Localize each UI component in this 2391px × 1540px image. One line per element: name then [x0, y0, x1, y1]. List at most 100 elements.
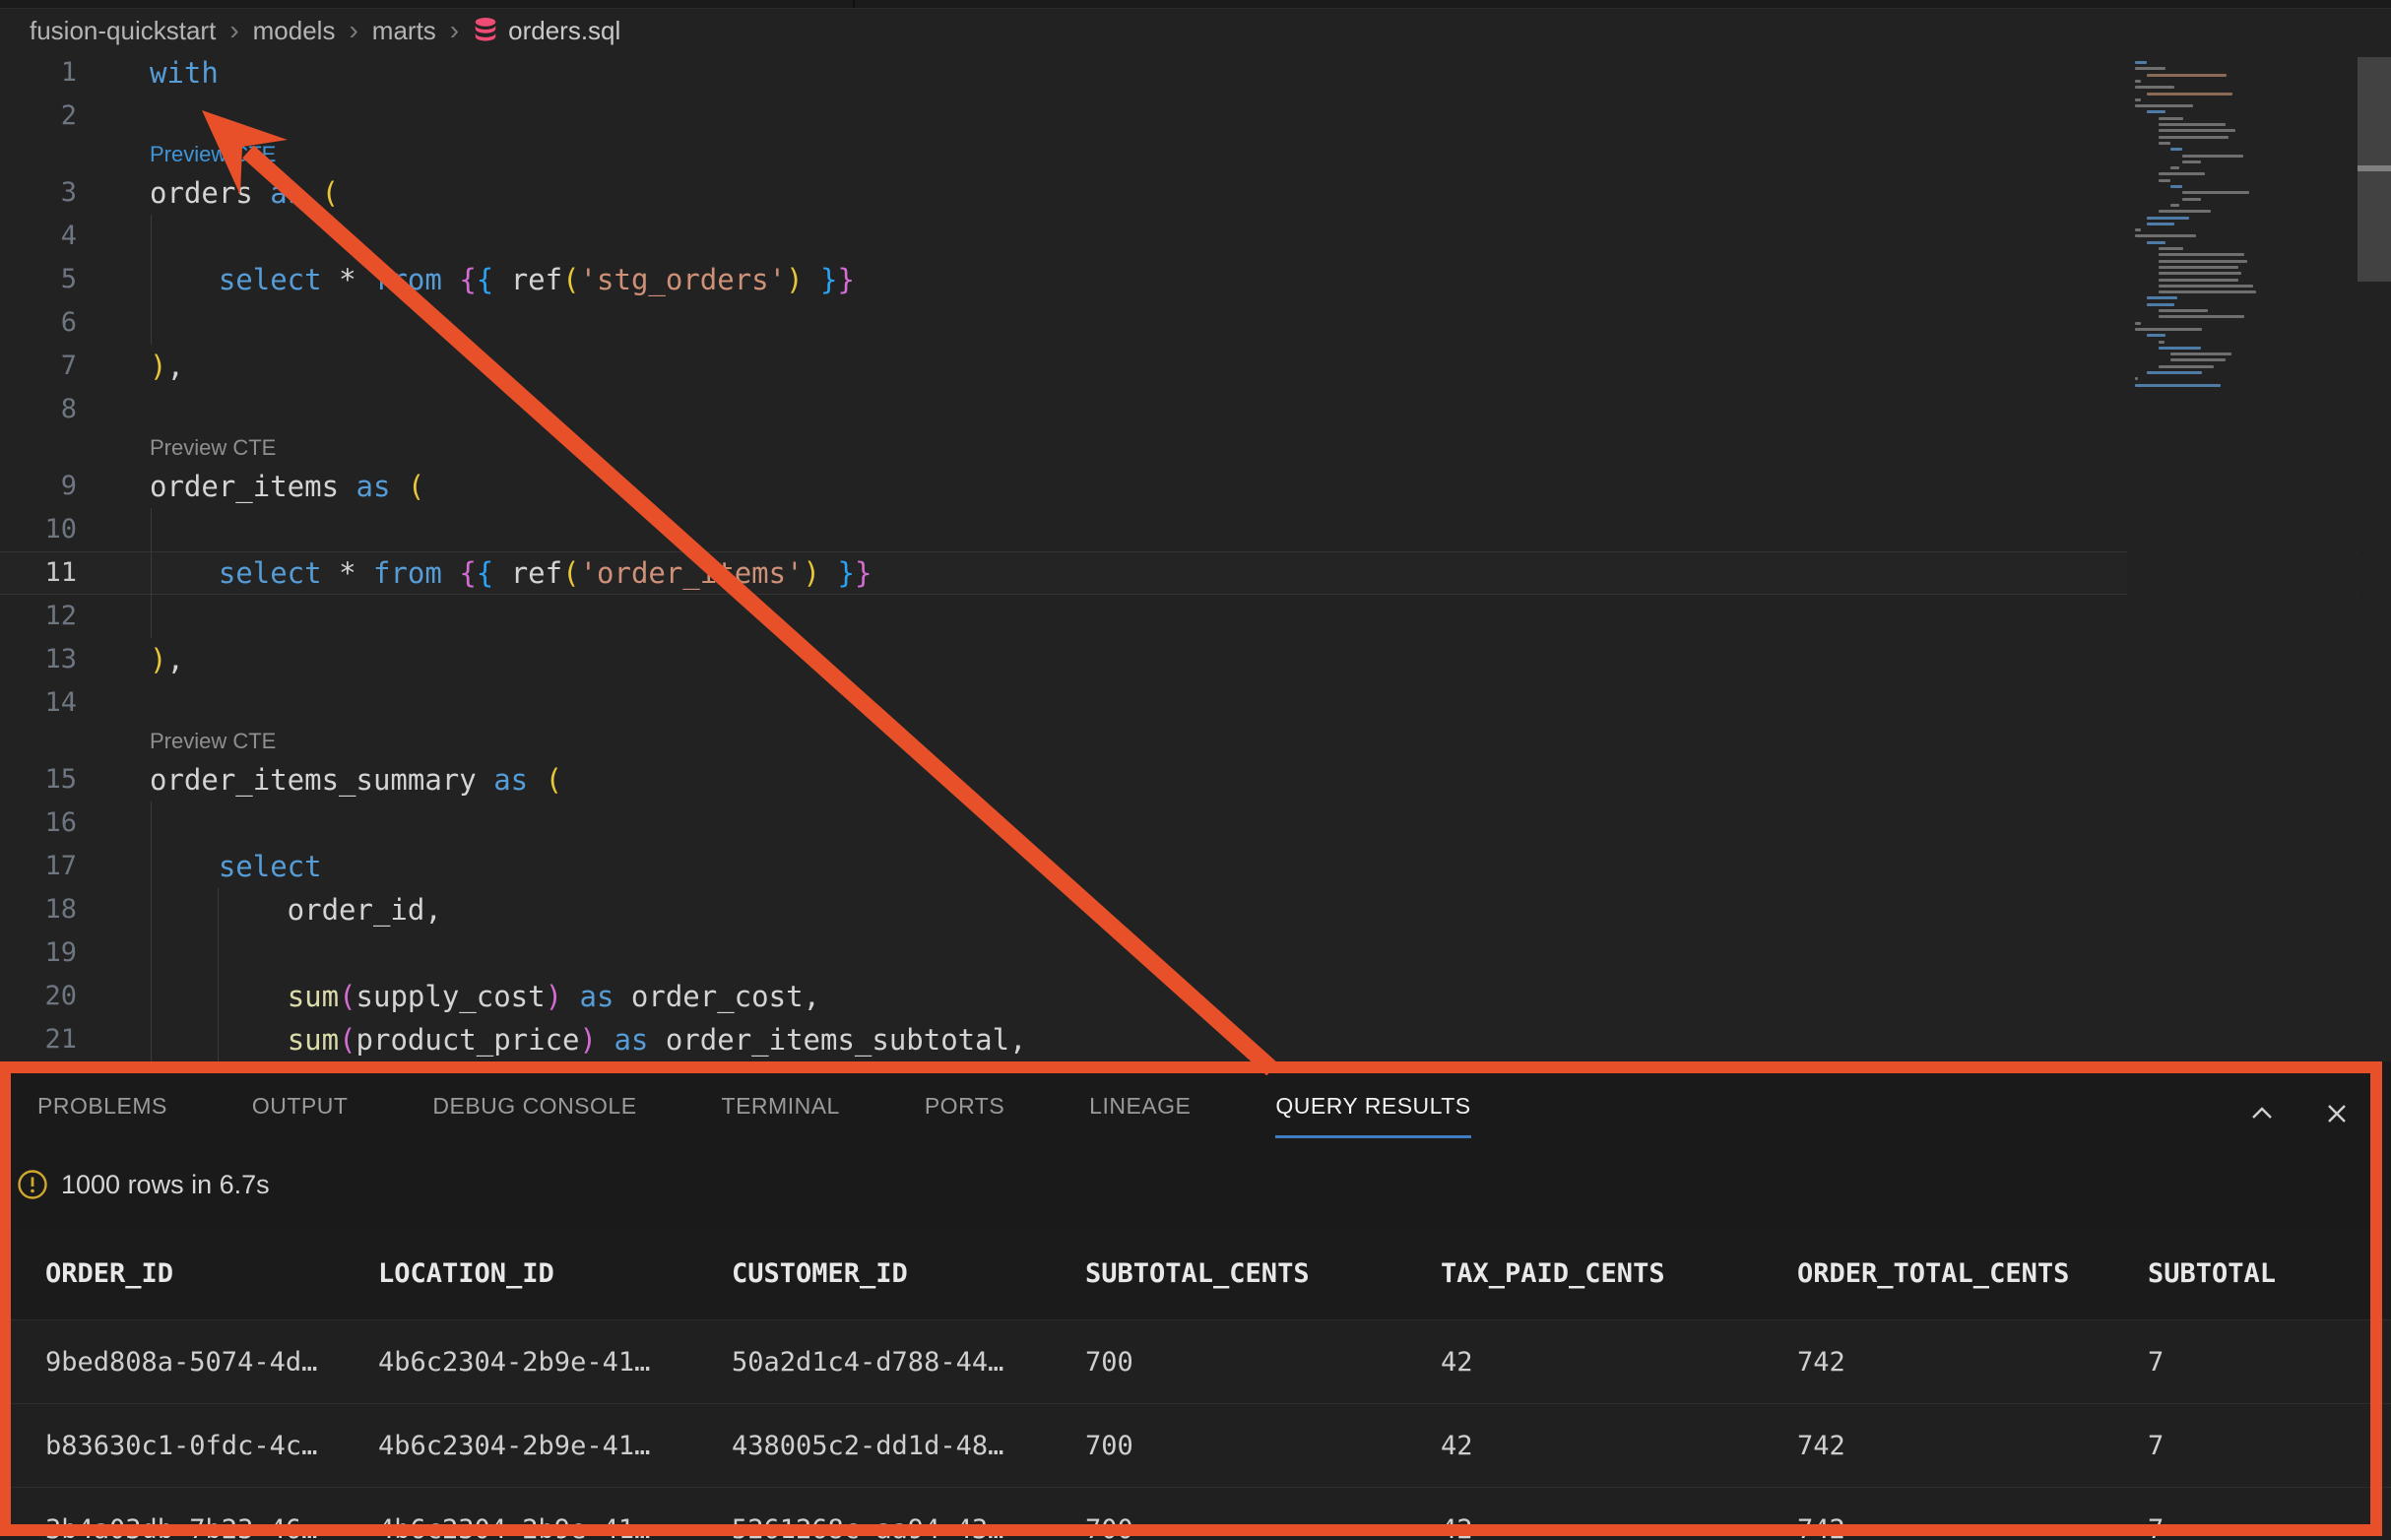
- line-number: 11: [0, 552, 77, 594]
- minimap-line: [2159, 247, 2183, 250]
- minimap[interactable]: [2127, 51, 2357, 1061]
- table-cell: 700: [1085, 1431, 1441, 1461]
- code-line-20[interactable]: 20 sum(supply_cost) as order_cost,: [0, 975, 2391, 1018]
- editor-scrollbar[interactable]: [2358, 51, 2391, 1061]
- code-line-7[interactable]: 7),: [0, 345, 2391, 388]
- bottom-panel: PROBLEMS OUTPUT DEBUG CONSOLE TERMINAL PORTS…: [0, 1061, 2391, 1540]
- breadcrumb-item-models[interactable]: models: [253, 16, 336, 46]
- query-results-table: ORDER_IDLOCATION_IDCUSTOMER_IDSUBTOTAL_C…: [0, 1227, 2391, 1540]
- preview-cte-lens[interactable]: Preview CTE: [150, 138, 276, 171]
- column-header-order_id[interactable]: ORDER_ID: [45, 1258, 378, 1289]
- column-header-location_id[interactable]: LOCATION_ID: [378, 1258, 732, 1289]
- table-row-1[interactable]: 9bed808a-5074-4d…4b6c2304-2b9e-41…50a2d1…: [0, 1319, 2391, 1403]
- row-count-status: 1000 rows in 6.7s: [61, 1170, 270, 1200]
- table-row-3[interactable]: 3b4a03db-7b23-46…4b6c2304-2b9e-41…526126…: [0, 1487, 2391, 1540]
- minimap-line: [2182, 160, 2201, 163]
- code-line-11[interactable]: 11 select * from {{ ref('order_items') }…: [0, 551, 2391, 595]
- code-line-10[interactable]: 10: [0, 508, 2391, 551]
- panel-tab-query-results[interactable]: QUERY RESULTS: [1275, 1093, 1470, 1138]
- minimap-line: [2135, 98, 2141, 101]
- code-line-2[interactable]: 2: [0, 95, 2391, 138]
- table-cell: 4b6c2304-2b9e-41…: [378, 1347, 732, 1378]
- table-cell: 438005c2-dd1d-48…: [732, 1431, 1085, 1461]
- code-line-19[interactable]: 19: [0, 931, 2391, 975]
- column-header-order_total_cents[interactable]: ORDER_TOTAL_CENTS: [1797, 1258, 2148, 1289]
- minimap-line: [2147, 217, 2189, 220]
- line-number: 16: [0, 802, 77, 845]
- line-number: 21: [0, 1018, 77, 1061]
- line-number: 6: [0, 301, 77, 345]
- panel-tab-debug-console[interactable]: DEBUG CONSOLE: [432, 1093, 636, 1138]
- preview-cte-lens[interactable]: Preview CTE: [150, 725, 276, 758]
- code-line-17[interactable]: 17 select: [0, 845, 2391, 888]
- panel-tab-ports[interactable]: PORTS: [925, 1093, 1004, 1138]
- query-status-row: 1000 rows in 6.7s Open in editor: [0, 1142, 2391, 1227]
- code-line-14[interactable]: 14: [0, 681, 2391, 725]
- minimap-line: [2147, 93, 2232, 96]
- line-number: 14: [0, 681, 77, 725]
- gutter: [0, 431, 77, 465]
- line-number: 4: [0, 215, 77, 258]
- table-cell: 9bed808a-5074-4d…: [45, 1347, 378, 1378]
- code-line-18[interactable]: 18 order_id,: [0, 888, 2391, 931]
- minimap-line: [2135, 67, 2165, 70]
- code-line-21[interactable]: 21 sum(product_price) as order_items_sub…: [0, 1018, 2391, 1061]
- code-line-5[interactable]: 5 select * from {{ ref('stg_orders') }}: [0, 258, 2391, 301]
- line-number: 10: [0, 508, 77, 551]
- code-line-1[interactable]: 1with: [0, 51, 2391, 95]
- minimap-line: [2135, 328, 2202, 331]
- minimap-line: [2170, 166, 2179, 169]
- line-number: 1: [0, 51, 77, 95]
- panel-tab-lineage[interactable]: LINEAGE: [1089, 1093, 1191, 1138]
- column-header-tax_paid_cents[interactable]: TAX_PAID_CENTS: [1441, 1258, 1797, 1289]
- minimap-line: [2135, 228, 2141, 231]
- code-line-15[interactable]: 15order_items_summary as (: [0, 758, 2391, 802]
- breadcrumb-separator: ›: [349, 15, 357, 46]
- code-line-6[interactable]: 6: [0, 301, 2391, 345]
- column-header-subtotal[interactable]: SUBTOTAL: [2148, 1258, 2391, 1289]
- panel-tab-output[interactable]: OUTPUT: [252, 1093, 349, 1138]
- minimap-line: [2159, 123, 2226, 126]
- code-line-9[interactable]: 9order_items as (: [0, 465, 2391, 508]
- minimap-line: [2159, 142, 2170, 145]
- table-cell: 700: [1085, 1347, 1441, 1378]
- minimap-line: [2159, 279, 2238, 282]
- close-icon[interactable]: [2322, 1099, 2352, 1128]
- code-line-16[interactable]: 16: [0, 802, 2391, 845]
- table-cell: 742: [1797, 1347, 2148, 1378]
- column-header-subtotal_cents[interactable]: SUBTOTAL_CENTS: [1085, 1258, 1441, 1289]
- minimap-line: [2159, 179, 2170, 182]
- minimap-line: [2159, 290, 2256, 293]
- minimap-line: [2135, 322, 2141, 325]
- preview-cte-lens[interactable]: Preview CTE: [150, 431, 276, 465]
- code-text: select * from {{ ref('stg_orders') }}: [150, 258, 855, 301]
- table-cell: b83630c1-0fdc-4c…: [45, 1431, 378, 1461]
- code-line-12[interactable]: 12: [0, 595, 2391, 638]
- code-line-13[interactable]: 13),: [0, 638, 2391, 681]
- breadcrumb-item-marts[interactable]: marts: [372, 16, 436, 46]
- line-number: 12: [0, 595, 77, 638]
- table-cell: 7: [2148, 1514, 2391, 1540]
- code-line-8[interactable]: 8: [0, 388, 2391, 431]
- code-line-3[interactable]: 3orders as (: [0, 171, 2391, 215]
- panel-tab-terminal[interactable]: TERMINAL: [722, 1093, 840, 1138]
- minimap-line: [2159, 129, 2235, 132]
- code-line-4[interactable]: 4: [0, 215, 2391, 258]
- warning-icon: [17, 1169, 48, 1200]
- code-editor[interactable]: 1with2Preview CTE3orders as (45 select *…: [0, 51, 2391, 1061]
- table-cell: 700: [1085, 1514, 1441, 1540]
- line-number: 3: [0, 171, 77, 215]
- line-number: 9: [0, 465, 77, 508]
- column-header-customer_id[interactable]: CUSTOMER_ID: [732, 1258, 1085, 1289]
- minimap-line: [2135, 377, 2138, 380]
- code-text: sum(supply_cost) as order_cost,: [150, 975, 820, 1018]
- table-row-2[interactable]: b83630c1-0fdc-4c…4b6c2304-2b9e-41…438005…: [0, 1403, 2391, 1487]
- chevron-up-icon[interactable]: [2247, 1099, 2277, 1128]
- breadcrumb-item-project[interactable]: fusion-quickstart: [30, 16, 216, 46]
- gutter: [0, 138, 77, 171]
- minimap-line: [2170, 353, 2231, 355]
- table-cell: 7: [2148, 1347, 2391, 1378]
- panel-tab-problems[interactable]: PROBLEMS: [37, 1093, 167, 1138]
- breadcrumb-item-file[interactable]: orders.sql: [473, 16, 620, 46]
- minimap-line: [2170, 204, 2179, 207]
